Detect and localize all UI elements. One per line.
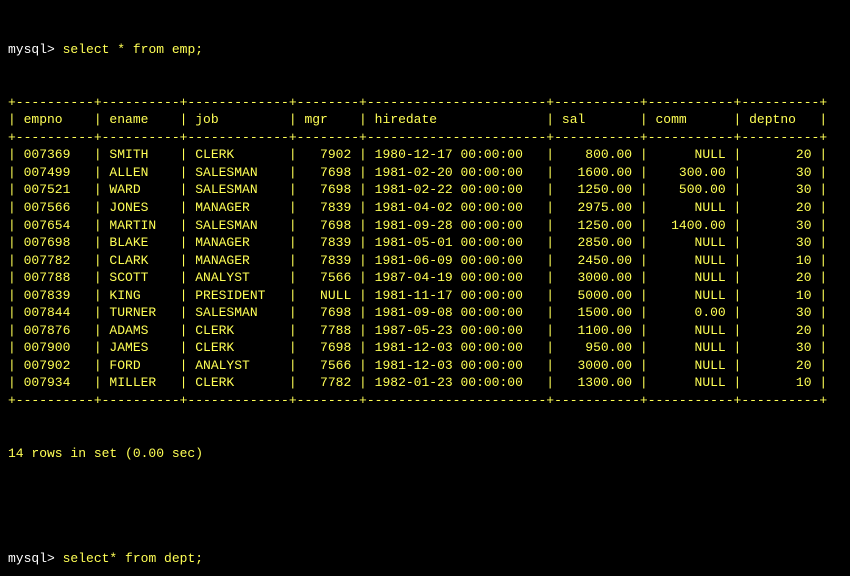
mysql-prompt: mysql> [8, 551, 55, 566]
query2-sql: select* from dept; [63, 551, 203, 566]
blank-line [8, 497, 842, 515]
emp-result-table: +----------+----------+-------------+---… [8, 94, 842, 410]
query1-footer: 14 rows in set (0.00 sec) [8, 445, 842, 463]
query1-prompt-line: mysql> select * from emp; [8, 41, 842, 59]
query2-prompt-line: mysql> select* from dept; [8, 550, 842, 568]
mysql-prompt: mysql> [8, 42, 55, 57]
mysql-terminal[interactable]: mysql> select * from emp; +----------+--… [0, 0, 850, 576]
query1-sql: select * from emp; [63, 42, 203, 57]
